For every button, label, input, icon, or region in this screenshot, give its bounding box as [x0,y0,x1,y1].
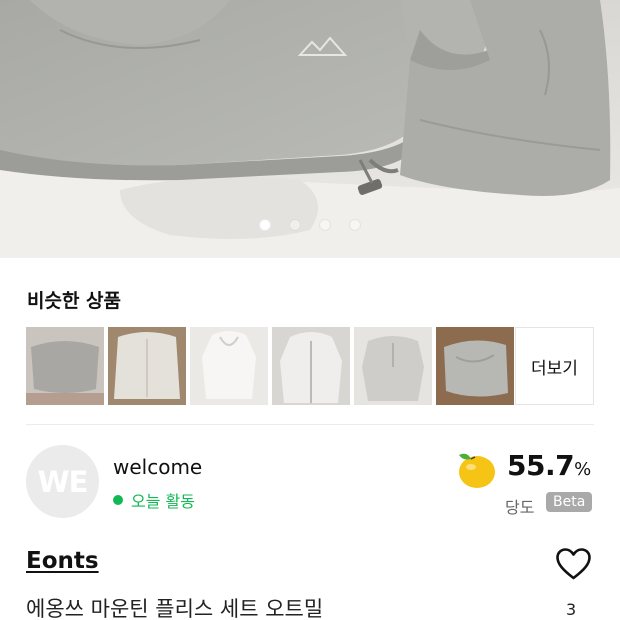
similar-item-thumb-3[interactable] [190,327,268,405]
similar-item-thumb-6[interactable] [436,327,514,405]
similar-item-photo-2 [108,327,186,405]
carousel-dot-1[interactable] [259,219,271,231]
see-more-button[interactable]: 더보기 [515,327,594,405]
similar-item-thumb-4[interactable] [272,327,350,405]
sweetness-label: 당도 [505,498,535,517]
carousel-dot-4[interactable] [349,219,361,231]
beta-badge: Beta [546,492,593,512]
sweetness-score: 55.7% [507,449,591,482]
similar-item-photo-4 [272,327,350,405]
like-count: 3 [566,600,577,619]
lemon-fruit-icon [459,453,495,488]
product-image-carousel[interactable] [0,0,620,258]
carousel-dot-2[interactable] [289,219,301,231]
sweetness-unit: % [574,459,591,480]
seller-name[interactable]: welcome [113,455,202,479]
online-dot-icon [113,495,123,505]
similar-item-photo-5 [354,327,432,405]
similar-item-photo-1 [26,327,104,405]
carousel-dot-3[interactable] [319,219,331,231]
section-divider [26,424,594,425]
carousel-page-indicator [0,219,620,231]
similar-item-thumb-2[interactable] [108,327,186,405]
sweetness-value: 55.7 [507,449,575,482]
activity-label: 오늘 활동 [131,492,195,511]
similar-items-heading: 비슷한 상품 [27,290,122,312]
similar-item-photo-6 [436,327,514,405]
product-title: 에옹쓰 마운틴 플리스 세트 오트밀 [26,597,324,620]
brand-link[interactable]: Eonts [26,548,99,574]
heart-outline-icon[interactable] [555,547,592,581]
similar-item-thumb-1[interactable] [26,327,104,405]
seller-activity-status: 오늘 활동 [113,488,195,512]
similar-item-photo-3 [190,327,268,405]
similar-item-thumb-5[interactable] [354,327,432,405]
similar-items-list [26,327,514,405]
seller-avatar[interactable]: WE [26,445,99,518]
